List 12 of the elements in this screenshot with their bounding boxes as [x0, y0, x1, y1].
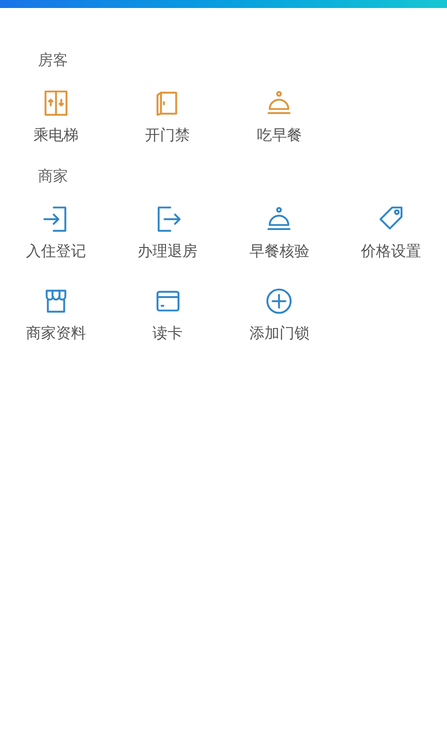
menu-item[interactable]: 读卡	[112, 286, 224, 344]
menu-item[interactable]: 吃早餐	[224, 88, 336, 146]
menu-item[interactable]: 乘电梯	[0, 88, 112, 146]
menu-item[interactable]: 开门禁	[112, 88, 224, 146]
section-title: 商家	[37, 167, 69, 187]
menu-item[interactable]: 商家资料	[0, 286, 112, 344]
menu-item[interactable]: 添加门锁	[224, 286, 336, 344]
section-title: 房客	[37, 51, 69, 71]
menu-item[interactable]: 早餐核验	[224, 204, 336, 262]
menu-item[interactable]: 入住登记	[0, 204, 112, 262]
menu-item[interactable]: 办理退房	[112, 204, 224, 262]
menu-item[interactable]: 价格设置	[335, 204, 447, 262]
